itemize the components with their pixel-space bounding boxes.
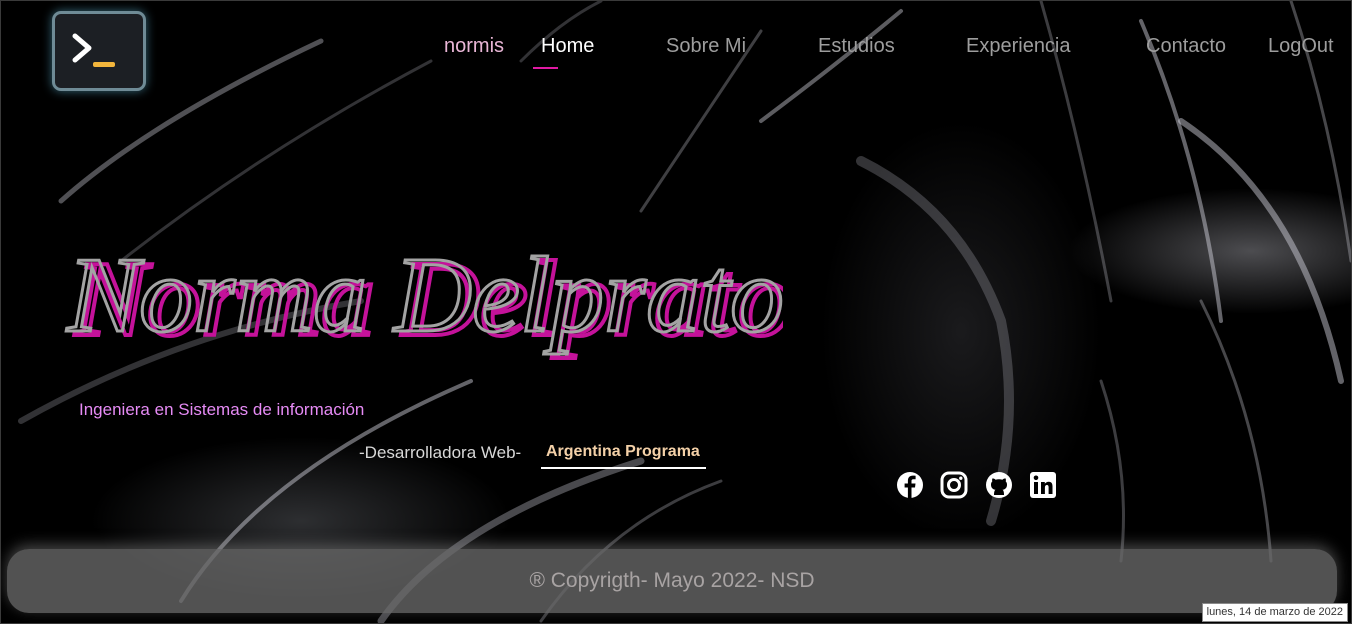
nav-logout[interactable]: LogOut <box>1268 35 1334 58</box>
linkedin-icon[interactable] <box>1029 471 1057 499</box>
footer: ® Copyrigth- Mayo 2022- NSD <box>7 549 1337 613</box>
footer-copyright: ® Copyrigth- Mayo 2022- NSD <box>529 569 815 592</box>
instagram-icon[interactable] <box>940 471 968 499</box>
hero-subtitle: Ingeniera en Sistemas de información <box>79 400 365 419</box>
nav-estudios[interactable]: Estudios <box>818 35 895 58</box>
nav-active-underline <box>533 67 558 69</box>
argentina-programa-underline <box>541 467 706 469</box>
top-navbar: normis Home Sobre Mi Estudios Experienci… <box>1 35 1351 69</box>
facebook-icon[interactable] <box>896 471 924 499</box>
hero-name: Norma Delprato Norma Delprato <box>65 235 784 362</box>
page-frame: normis Home Sobre Mi Estudios Experienci… <box>0 0 1352 624</box>
nav-home[interactable]: Home <box>541 35 594 58</box>
hero-role: -Desarrolladora Web- <box>359 443 522 462</box>
nav-contacto[interactable]: Contacto <box>1146 35 1226 58</box>
argentina-programa-link[interactable]: Argentina Programa <box>546 443 700 461</box>
github-icon[interactable] <box>985 471 1013 499</box>
nav-experiencia[interactable]: Experiencia <box>966 35 1071 58</box>
hero-name-text: Norma Delprato <box>66 236 783 355</box>
nav-sobre-mi[interactable]: Sobre Mi <box>666 35 746 58</box>
date-tooltip: lunes, 14 de marzo de 2022 <box>1201 603 1348 622</box>
nav-brand[interactable]: normis <box>444 35 504 58</box>
